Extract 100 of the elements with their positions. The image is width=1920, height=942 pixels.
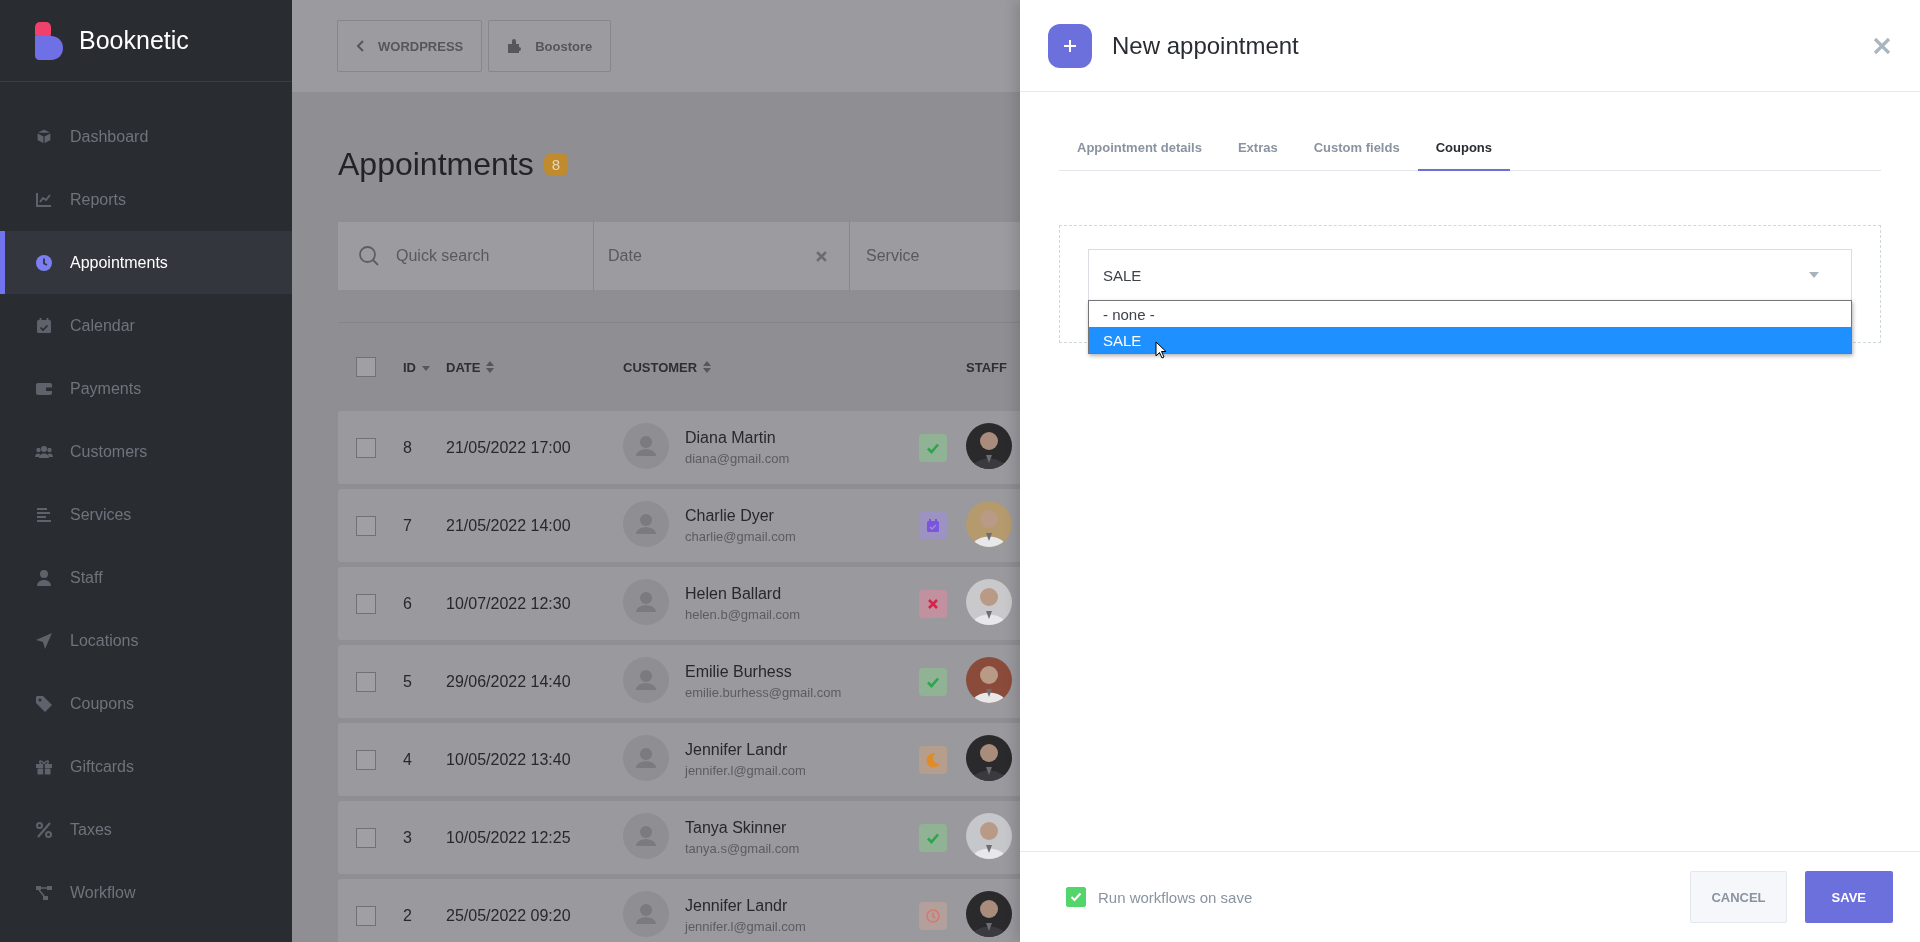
id-cell: 3 — [403, 828, 412, 846]
back-button[interactable]: WORDPRESS — [337, 20, 483, 72]
sort-icon[interactable] — [703, 361, 712, 373]
sort-icon[interactable] — [486, 361, 495, 373]
avatar-icon — [623, 500, 669, 547]
sidebar-item[interactable]: Dashboard — [0, 105, 292, 168]
chart-icon — [35, 190, 53, 209]
appointment-row[interactable]: 4 10/05/2022 13:40 Jennifer Landr jennifer.l@gmail.com — [338, 723, 1020, 796]
chevron-left-icon — [356, 40, 366, 52]
customer-name: Diana Martin — [685, 429, 777, 447]
sidebar-item[interactable]: Coupons — [0, 672, 292, 735]
customer-name: Jennifer Landr — [685, 741, 789, 759]
tab[interactable]: Appointment details — [1059, 140, 1220, 171]
cancel-button[interactable]: CANCEL — [1690, 871, 1787, 923]
date-cell: 21/05/2022 17:00 — [446, 438, 571, 456]
customer-email: jennifer.l@gmail.com — [685, 763, 807, 778]
caret-icon — [1809, 272, 1819, 278]
row-checkbox[interactable] — [356, 827, 376, 848]
row-checkbox[interactable] — [356, 437, 376, 458]
customer-email: helen.b@gmail.com — [685, 607, 802, 622]
gift-icon — [35, 757, 53, 776]
status-check-icon — [919, 667, 947, 696]
date-cell: 10/05/2022 13:40 — [446, 750, 571, 768]
column-header[interactable]: DATE — [446, 359, 481, 375]
appointment-row[interactable]: 3 10/05/2022 12:25 Tanya Skinner tanya.s@gmail.com — [338, 801, 1020, 874]
checkbox[interactable] — [1066, 887, 1086, 907]
dropdown-option[interactable]: - none - — [1089, 301, 1851, 327]
date-cell: 25/05/2022 09:20 — [446, 906, 571, 924]
status-calendar-icon — [919, 511, 947, 540]
customer-email: jennifer.l@gmail.com — [685, 919, 807, 934]
tag-icon — [35, 694, 53, 713]
sidebar-item[interactable]: Appointments — [0, 231, 292, 294]
sidebar-item[interactable]: Services — [0, 483, 292, 546]
date-cell: 10/05/2022 12:25 — [446, 828, 571, 846]
appointment-row[interactable]: 5 29/06/2022 14:40 Emilie Burhess emilie.burhess@gmail.com — [338, 645, 1020, 718]
column-header[interactable]: STAFF — [966, 359, 1007, 375]
appointment-row[interactable]: 7 21/05/2022 14:00 Charlie Dyer charlie@gmail.com — [338, 489, 1020, 562]
page-title: Appointments — [338, 145, 534, 183]
sidebar-item[interactable]: Taxes — [0, 798, 292, 861]
customer-name: Emilie Burhess — [685, 663, 793, 681]
id-cell: 6 — [403, 594, 412, 612]
customer-name: Tanya Skinner — [685, 819, 788, 837]
clear-icon[interactable] — [816, 250, 827, 262]
status-moon-icon — [919, 745, 947, 774]
status-check-icon — [919, 823, 947, 852]
search-field[interactable]: Quick search — [338, 222, 594, 290]
location-arrow-icon — [35, 631, 53, 650]
store-button[interactable]: Boostore — [488, 20, 612, 72]
date-cell: 10/07/2022 12:30 — [446, 594, 571, 612]
customer-email: emilie.burhess@gmail.com — [685, 685, 843, 700]
avatar-icon — [623, 734, 669, 781]
cube-icon — [35, 127, 53, 146]
column-header[interactable]: CUSTOMER — [623, 359, 698, 375]
row-checkbox[interactable] — [356, 905, 376, 926]
service-field[interactable]: Service — [850, 222, 1020, 290]
tab[interactable]: Custom fields — [1295, 140, 1418, 171]
calendar-icon — [35, 316, 53, 335]
column-header[interactable]: ID — [403, 359, 416, 375]
avatar-icon — [623, 656, 669, 703]
list-icon — [35, 505, 53, 524]
count-badge: 8 — [543, 152, 568, 176]
row-checkbox[interactable] — [356, 671, 376, 692]
close-button[interactable] — [1872, 35, 1892, 56]
sidebar-item[interactable]: Customers — [0, 420, 292, 483]
date-field[interactable]: Date — [594, 222, 850, 290]
id-cell: 8 — [403, 438, 412, 456]
clock-icon — [35, 253, 53, 272]
appointment-row[interactable]: 2 25/05/2022 09:20 Jennifer Landr jennifer.l@gmail.com — [338, 879, 1020, 942]
customer-name: Jennifer Landr — [685, 897, 789, 915]
check-icon — [1070, 892, 1082, 902]
percent-icon — [35, 820, 53, 839]
tab[interactable]: Coupons — [1417, 140, 1510, 171]
tab[interactable]: Extras — [1219, 140, 1296, 171]
select-all-checkbox[interactable] — [356, 357, 376, 377]
logo-icon — [35, 21, 63, 60]
customer-email: charlie@gmail.com — [685, 529, 797, 544]
date-cell: 21/05/2022 14:00 — [446, 516, 571, 534]
row-checkbox[interactable] — [356, 749, 376, 770]
sidebar-item[interactable]: Payments — [0, 357, 292, 420]
status-clock-icon — [919, 901, 947, 930]
appointment-row[interactable]: 6 10/07/2022 12:30 Helen Ballard helen.b@gmail.com — [338, 567, 1020, 640]
status-check-icon — [919, 433, 947, 462]
row-checkbox[interactable] — [356, 593, 376, 614]
search-icon — [358, 245, 380, 267]
save-button[interactable]: SAVE — [1804, 871, 1893, 923]
id-cell: 5 — [403, 672, 412, 690]
avatar-icon — [623, 812, 669, 859]
id-cell: 4 — [403, 750, 412, 768]
brand-name: Booknetic — [79, 26, 189, 55]
appointment-row[interactable]: 8 21/05/2022 17:00 Diana Martin diana@gmail.com — [338, 411, 1020, 484]
sidebar-item[interactable]: Locations — [0, 609, 292, 672]
sidebar-item[interactable]: Staff — [0, 546, 292, 609]
sidebar-item[interactable]: Giftcards — [0, 735, 292, 798]
dropdown-option[interactable]: SALE — [1089, 327, 1851, 353]
customer-email: tanya.s@gmail.com — [685, 841, 801, 856]
sidebar-item[interactable]: Workflow — [0, 861, 292, 924]
sidebar-item[interactable]: Calendar — [0, 294, 292, 357]
row-checkbox[interactable] — [356, 515, 376, 536]
sidebar-item[interactable]: Reports — [0, 168, 292, 231]
customer-name: Charlie Dyer — [685, 507, 775, 525]
